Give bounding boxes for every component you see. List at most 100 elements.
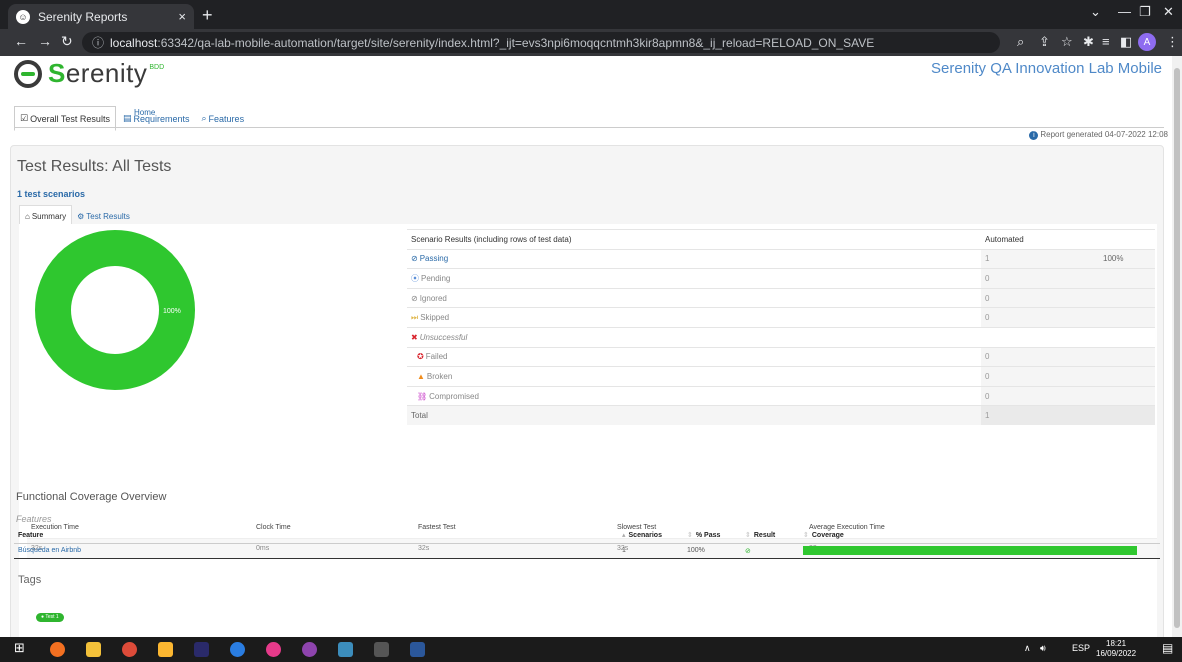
result-row-unsuccessful: ✖ Unsuccessful <box>407 326 1155 348</box>
tag-test[interactable]: ● Test 1 <box>36 613 64 622</box>
result-pct <box>1099 307 1155 328</box>
comments-icon: ⌕ <box>201 113 207 123</box>
app-browser-icon[interactable] <box>230 642 245 657</box>
tag-icon: ● <box>41 614 45 620</box>
pending-icon: ⦿ <box>411 273 419 283</box>
report-generated: i Report generated 04-07-2022 12:08 <box>1029 130 1168 140</box>
new-tab-button[interactable]: + <box>202 5 213 26</box>
result-row-failed: ✪ Failed 0 <box>407 346 1155 367</box>
skip-icon: ⏭ <box>411 312 419 322</box>
address-bar-row: ← → ↻ ⓘ localhost :63342/qa-lab-mobile-a… <box>0 29 1182 56</box>
tray-chevron-icon[interactable]: ∧ <box>1024 643 1031 654</box>
app-powerbi-icon[interactable] <box>158 642 173 657</box>
column-result[interactable]: ⇕ Result <box>741 528 799 544</box>
tray-volume-icon[interactable]: 🔊︎ <box>1040 643 1046 654</box>
restore-icon[interactable]: ❐ <box>1139 4 1151 20</box>
tab-title: Serenity Reports <box>38 9 128 24</box>
app-intellij-icon[interactable] <box>194 642 209 657</box>
donut-label-passing: 100% <box>163 308 181 315</box>
result-row-pending: ⦿ Pending 0 <box>407 268 1155 289</box>
column-pass-label: % Pass <box>695 532 721 540</box>
feature-scenarios: 1 <box>618 543 683 559</box>
feature-coverage-table: Feature ▴ Scenarios ⇕% Pass ⇕ Result ⇕ Cove… <box>14 528 1160 559</box>
browser-menu-icon[interactable]: ⋮ <box>1166 34 1179 50</box>
back-arrow-icon[interactable]: ← <box>14 33 28 49</box>
column-feature[interactable]: Feature <box>14 528 618 544</box>
app-terminal-icon[interactable] <box>374 642 389 657</box>
result-count: 0 <box>981 385 1099 406</box>
result-row-ignored: ⊘ Ignored 0 <box>407 287 1155 308</box>
bookmark-star-icon[interactable]: ☆ <box>1061 34 1073 50</box>
result-count: 1 <box>981 405 1099 426</box>
column-coverage[interactable]: ⇕ Coverage <box>799 528 1160 544</box>
feature-link[interactable]: Búsqueda en Airbnb <box>18 547 81 554</box>
url-path: :63342/qa-lab-mobile-automation/target/s… <box>157 35 875 50</box>
app-chrome-icon[interactable] <box>122 642 137 657</box>
nav-divider <box>14 127 1164 128</box>
app-file-explorer-icon[interactable] <box>86 642 101 657</box>
summary-pane: 100% Scenario Results (including rows of… <box>19 224 1157 637</box>
page-scrollbar[interactable] <box>1172 56 1182 637</box>
site-info-icon[interactable]: ⓘ <box>92 34 104 51</box>
minimize-icon[interactable]: — <box>1118 4 1131 19</box>
app-paint-icon[interactable] <box>266 642 281 657</box>
result-row-passing: ⊘ Passing 1 100% <box>407 248 1155 269</box>
url-input[interactable]: ⓘ localhost :63342/qa-lab-mobile-automat… <box>82 32 1000 53</box>
results-header-automated: Automated <box>981 229 1155 250</box>
extensions-icon[interactable]: ✱ <box>1083 34 1094 50</box>
feature-pass: 100% <box>683 543 741 559</box>
reading-list-icon[interactable]: ≡ <box>1102 34 1110 49</box>
serenity-logo[interactable]: Serenity BDD <box>14 58 164 89</box>
feature-header-row: Feature ▴ Scenarios ⇕% Pass ⇕ Result ⇕ Cove… <box>14 528 1160 544</box>
reload-icon[interactable]: ↻ <box>61 33 73 50</box>
column-pass[interactable]: ⇕% Pass <box>683 528 741 544</box>
app-tool-icon[interactable] <box>338 642 353 657</box>
table-row: Búsqueda en Airbnb 1 100% ⊘ <box>14 543 1160 559</box>
results-panel: Test Results: All Tests 1 test scenarios… <box>10 145 1164 637</box>
page-title: Test Results: All Tests <box>17 158 172 175</box>
taskbar-clock[interactable]: 18:21 16/09/2022 <box>1096 639 1136 659</box>
share-icon[interactable]: ⇪ <box>1039 34 1050 50</box>
notifications-icon[interactable]: ▤ <box>1162 641 1173 655</box>
result-label: Total <box>411 411 428 421</box>
tag-label: Test <box>45 614 55 620</box>
column-scenarios[interactable]: ▴ Scenarios <box>618 528 683 544</box>
app-word-icon[interactable] <box>410 642 425 657</box>
coverage-title: Functional Coverage Overview <box>16 491 167 503</box>
profile-avatar[interactable]: A <box>1138 33 1156 51</box>
tray-language[interactable]: ESP <box>1072 643 1090 653</box>
app-chat-icon[interactable] <box>302 642 317 657</box>
zoom-icon[interactable]: ⌕ <box>1017 34 1024 50</box>
browser-tab[interactable]: ☺ Serenity Reports × <box>8 4 194 29</box>
url-host: localhost <box>110 35 158 50</box>
result-row-compromised: ⛓ Compromised 0 <box>407 385 1155 406</box>
windows-start-icon[interactable]: ⊞ <box>14 640 25 656</box>
result-pct <box>1099 385 1155 406</box>
result-label: Ignored <box>419 293 447 303</box>
side-panel-icon[interactable]: ◧ <box>1120 34 1132 50</box>
result-count: 0 <box>981 366 1099 387</box>
gears-icon: ⚙ <box>77 211 85 221</box>
result-label: Failed <box>425 352 448 362</box>
result-donut-chart: 100% <box>35 230 195 390</box>
column-scenarios-label: Scenarios <box>628 532 662 540</box>
coverage-bar <box>803 546 1137 555</box>
tab-summary-label: Summary <box>31 212 67 221</box>
tab-search-chevron-icon[interactable]: ⌄ <box>1090 4 1101 20</box>
book-icon: ▤ <box>122 113 132 123</box>
result-count: 0 <box>981 268 1099 289</box>
forward-arrow-icon[interactable]: → <box>38 33 52 49</box>
tab-close-icon[interactable]: × <box>178 9 186 24</box>
tag-count: 1 <box>55 614 59 620</box>
checkbox-icon: ☑ <box>20 113 29 123</box>
close-window-icon[interactable]: ✕ <box>1163 4 1174 20</box>
tab-overall-label: Overall Test Results <box>30 113 110 124</box>
sort-icon: ⇕ <box>803 532 809 540</box>
coverage-subtitle: Features <box>16 514 52 524</box>
result-label[interactable]: Passing <box>420 254 448 263</box>
app-postman-icon[interactable] <box>50 642 65 657</box>
sort-icon: ⇕ <box>745 532 751 540</box>
report-generated-text: Report generated 04-07-2022 12:08 <box>1040 130 1168 139</box>
scrollbar-thumb[interactable] <box>1174 68 1180 628</box>
result-label: Compromised <box>429 391 479 401</box>
